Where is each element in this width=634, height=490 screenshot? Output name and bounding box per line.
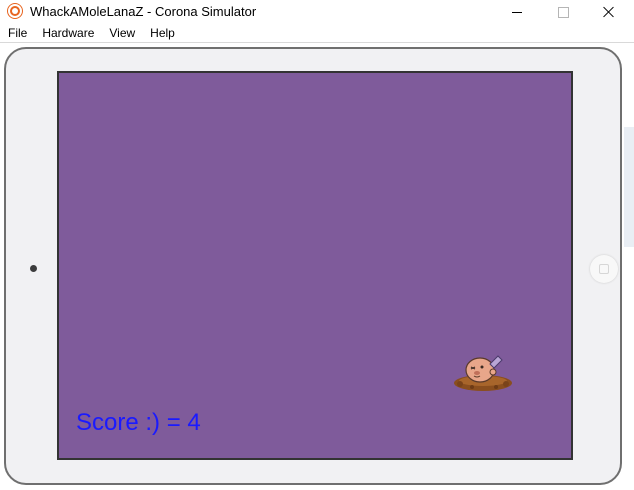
minimize-button[interactable] [494, 0, 540, 24]
menu-file[interactable]: File [1, 24, 34, 42]
maximize-icon [557, 6, 569, 18]
maximize-button[interactable] [540, 0, 586, 24]
home-button-icon [599, 264, 609, 274]
simulator-window: WhackAMoleLanaZ - Corona Simulator File … [0, 0, 634, 490]
corona-app-icon [8, 4, 22, 18]
front-camera-icon [30, 265, 37, 272]
window-title: WhackAMoleLanaZ - Corona Simulator [30, 4, 257, 19]
close-button[interactable] [586, 0, 632, 24]
menu-help[interactable]: Help [143, 24, 182, 42]
menu-hardware[interactable]: Hardware [35, 24, 101, 42]
minimize-icon [512, 11, 522, 13]
score-label: Score :) = 4 [76, 409, 201, 436]
home-button[interactable] [590, 255, 618, 283]
menu-view[interactable]: View [102, 24, 142, 42]
menu-bar: File Hardware View Help [0, 24, 634, 42]
background-window-edge [624, 127, 634, 247]
game-screen[interactable]: Score :) = 4 [57, 71, 573, 460]
close-icon [603, 6, 615, 18]
mole-sprite-icon[interactable] [452, 348, 514, 392]
title-bar[interactable]: WhackAMoleLanaZ - Corona Simulator [0, 0, 634, 24]
